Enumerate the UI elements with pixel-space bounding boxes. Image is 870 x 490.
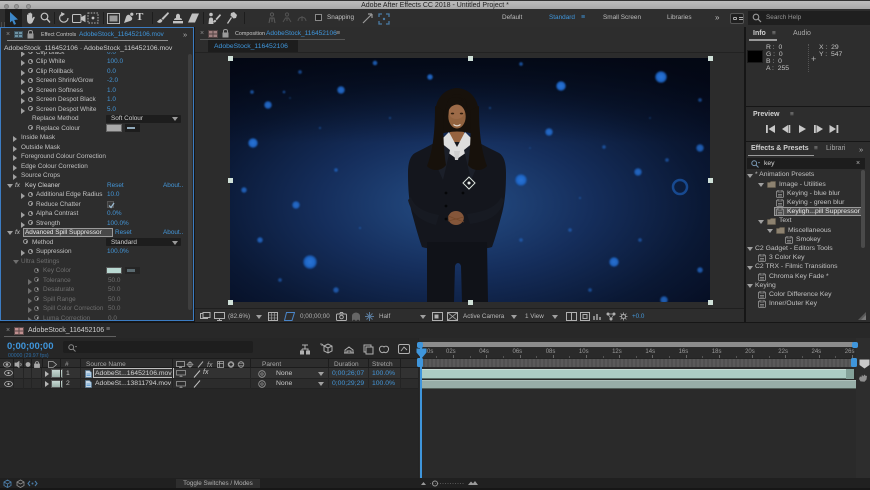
svg-text:fx: fx: [207, 362, 213, 368]
